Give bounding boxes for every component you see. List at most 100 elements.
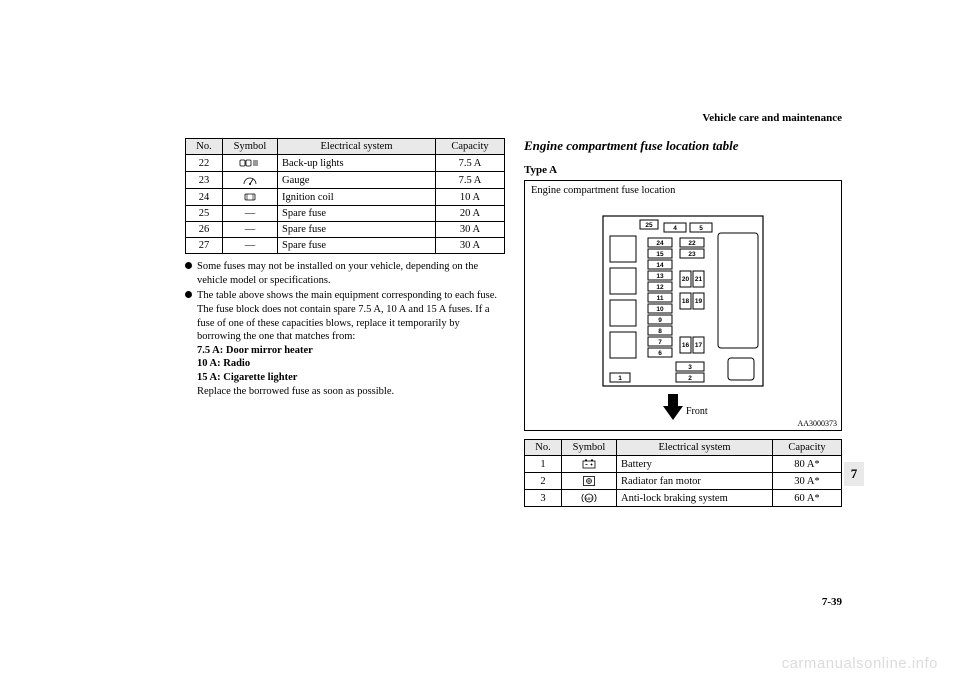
svg-text:11: 11 [657, 295, 664, 302]
cell-capacity: 20 A [436, 206, 505, 222]
table-row: 2 Radiator fan motor 30 A* [525, 473, 842, 490]
backup-lights-icon [223, 155, 278, 172]
col-capacity: Capacity [436, 139, 505, 155]
battery-icon [562, 456, 617, 473]
table-row: 24 Ignition coil 10 A [186, 189, 505, 206]
page: Vehicle care and maintenance No. Symbol … [0, 0, 960, 678]
svg-text:17: 17 [695, 342, 703, 349]
svg-text:2: 2 [688, 375, 692, 382]
svg-text:14: 14 [656, 262, 664, 269]
table-row: 3 ABS Anti-lock braking system 60 A* [525, 490, 842, 507]
cell-capacity: 30 A [436, 222, 505, 238]
cell-no: 23 [186, 172, 223, 189]
cell-capacity: 80 A* [773, 456, 842, 473]
svg-text:21: 21 [695, 276, 703, 283]
note-line-2: 10 A: Radio [197, 358, 250, 369]
page-number: 7-39 [822, 596, 842, 608]
cell-no: 1 [525, 456, 562, 473]
bullet-icon [185, 262, 192, 269]
note-bullet-2: The table above shows the main equipment… [185, 289, 505, 398]
bullet-icon [185, 291, 192, 298]
cell-capacity: 7.5 A [436, 155, 505, 172]
svg-text:12: 12 [656, 284, 664, 291]
cell-capacity: 60 A* [773, 490, 842, 507]
table-header-row: No. Symbol Electrical system Capacity [525, 440, 842, 456]
gauge-icon [223, 172, 278, 189]
table-row: 27 — Spare fuse 30 A [186, 238, 505, 254]
note-text: The table above shows the main equipment… [197, 290, 497, 301]
type-label: Type A [524, 164, 842, 176]
section-heading: Engine compartment fuse location table [524, 138, 842, 154]
diagram-id: AA3000373 [797, 419, 837, 428]
fuse-diagram-box: Engine compartment fuse location 25 4 5 [524, 180, 842, 431]
note-text: Some fuses may not be installed on your … [197, 261, 478, 286]
fuse-diagram: 25 4 5 24 15 14 13 12 11 10 9 8 7 6 22 [568, 198, 798, 428]
svg-text:25: 25 [645, 222, 653, 229]
col-no: No. [186, 139, 223, 155]
note-line-1: 7.5 A: Door mirror heater [197, 345, 313, 356]
svg-text:6: 6 [658, 350, 662, 357]
front-arrow-icon [663, 394, 683, 420]
running-head: Vehicle care and maintenance [702, 112, 842, 124]
section-tab: 7 [844, 462, 864, 486]
cell-system: Ignition coil [278, 189, 436, 206]
diagram-caption: Engine compartment fuse location [531, 185, 835, 196]
cell-system: Gauge [278, 172, 436, 189]
svg-text:5: 5 [699, 225, 703, 232]
svg-text:24: 24 [656, 240, 664, 247]
svg-text:15: 15 [656, 251, 664, 258]
cell-system: Anti-lock braking system [617, 490, 773, 507]
table-row: 1 Battery 80 A* [525, 456, 842, 473]
table-header-row: No. Symbol Electrical system Capacity [186, 139, 505, 155]
cell-no: 25 [186, 206, 223, 222]
table-row: 23 Gauge 7.5 A [186, 172, 505, 189]
cell-system: Spare fuse [278, 206, 436, 222]
notes-block: Some fuses may not be installed on your … [185, 260, 505, 398]
svg-text:13: 13 [656, 273, 664, 280]
svg-text:20: 20 [682, 276, 690, 283]
cell-capacity: 30 A [436, 238, 505, 254]
svg-text:18: 18 [682, 298, 690, 305]
cell-capacity: 10 A [436, 189, 505, 206]
cell-no: 3 [525, 490, 562, 507]
col-system: Electrical system [278, 139, 436, 155]
cell-no: 27 [186, 238, 223, 254]
svg-text:10: 10 [656, 306, 664, 313]
table-row: 25 — Spare fuse 20 A [186, 206, 505, 222]
dash-icon: — [223, 206, 278, 222]
svg-text:3: 3 [688, 364, 692, 371]
col-symbol: Symbol [223, 139, 278, 155]
note-bullet-1: Some fuses may not be installed on your … [185, 260, 505, 287]
svg-text:1: 1 [618, 375, 622, 382]
dash-icon: — [223, 222, 278, 238]
fan-icon [562, 473, 617, 490]
svg-text:7: 7 [658, 339, 662, 346]
svg-text:19: 19 [695, 298, 703, 305]
cell-system: Battery [617, 456, 773, 473]
note-paragraph: The fuse block does not contain spare 7.… [197, 304, 490, 342]
cell-capacity: 7.5 A [436, 172, 505, 189]
cell-system: Radiator fan motor [617, 473, 773, 490]
svg-text:9: 9 [658, 317, 662, 324]
ignition-coil-icon [223, 189, 278, 206]
cell-no: 26 [186, 222, 223, 238]
col-no: No. [525, 440, 562, 456]
svg-text:16: 16 [682, 342, 690, 349]
note-paragraph-2: Replace the borrowed fuse as soon as pos… [197, 386, 394, 397]
dash-icon: — [223, 238, 278, 254]
svg-text:22: 22 [688, 240, 696, 247]
cell-capacity: 30 A* [773, 473, 842, 490]
cell-system: Back-up lights [278, 155, 436, 172]
note-line-3: 15 A: Cigarette lighter [197, 372, 297, 383]
cell-no: 22 [186, 155, 223, 172]
left-column: No. Symbol Electrical system Capacity 22 [185, 138, 505, 400]
col-symbol: Symbol [562, 440, 617, 456]
cell-no: 24 [186, 189, 223, 206]
svg-text:23: 23 [688, 251, 696, 258]
cell-system: Spare fuse [278, 222, 436, 238]
col-capacity: Capacity [773, 440, 842, 456]
cell-system: Spare fuse [278, 238, 436, 254]
table-row: 22 Back-up lights 7.5 A [186, 155, 505, 172]
svg-text:4: 4 [673, 225, 677, 232]
fuse-table-interior: No. Symbol Electrical system Capacity 22 [185, 138, 505, 254]
